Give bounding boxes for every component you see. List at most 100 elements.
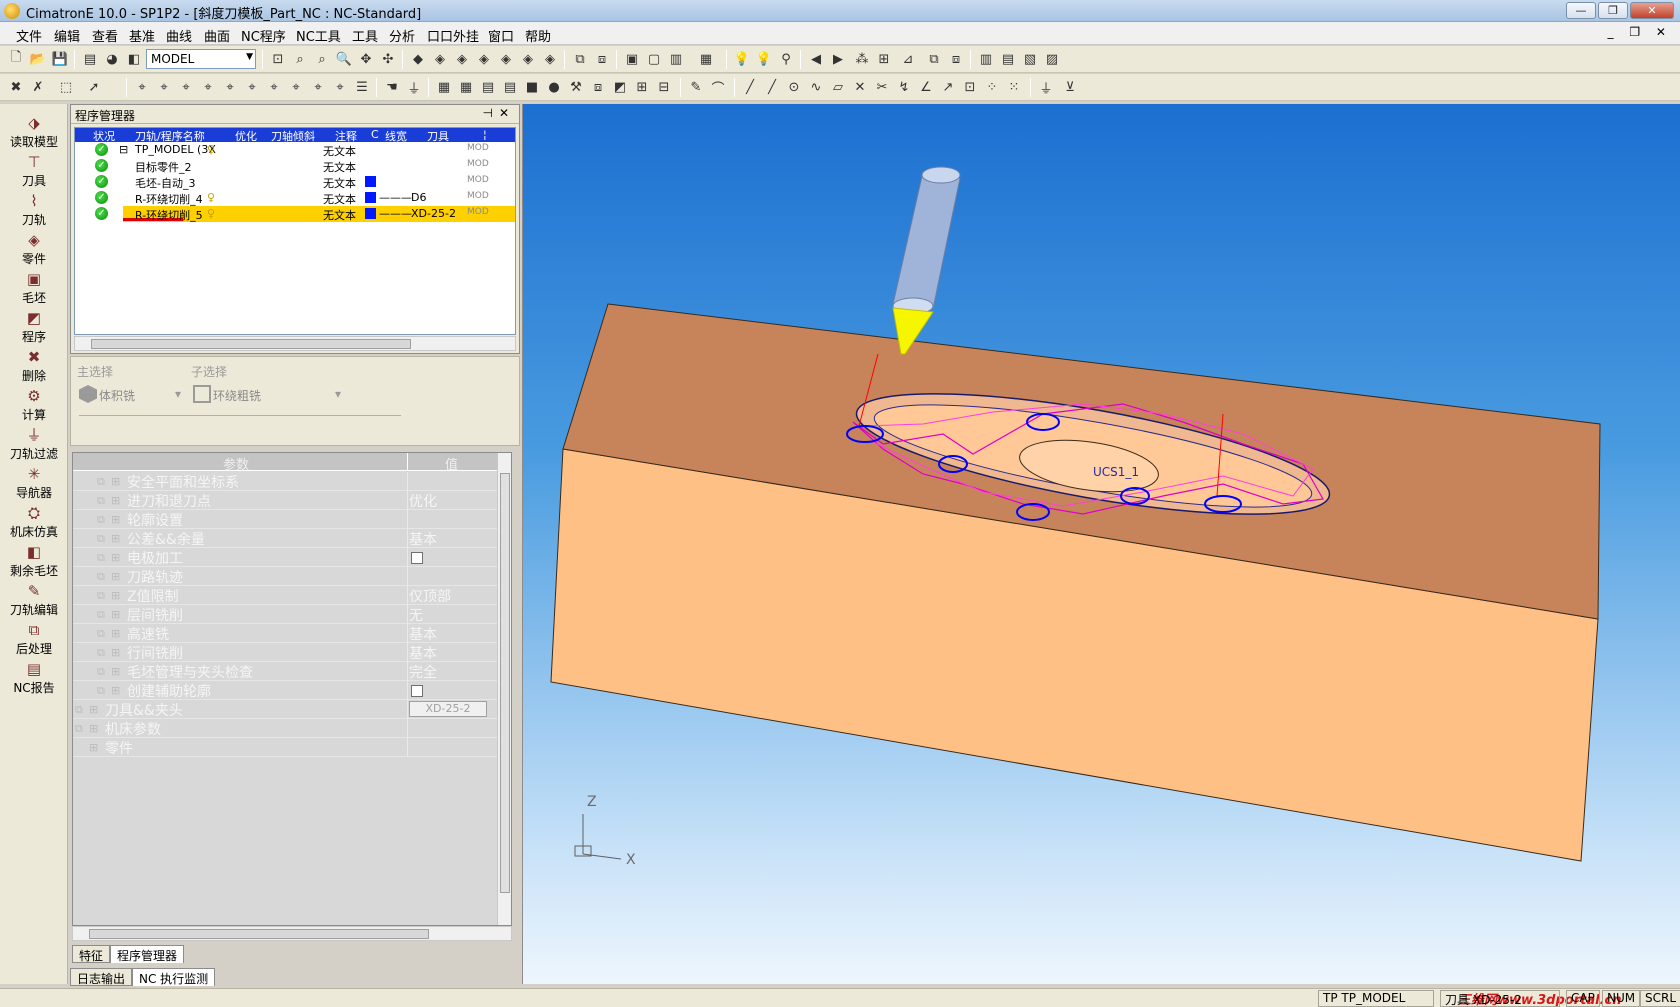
sidebar-item-navigator[interactable]: ✳ 导航器 xyxy=(0,465,68,503)
filter-icon[interactable]: ⊿ xyxy=(898,49,918,69)
filter-e-icon[interactable]: ⌖ xyxy=(220,77,240,97)
cancel-icon[interactable]: ✗ xyxy=(28,77,48,97)
arrow-b-icon[interactable]: ↗ xyxy=(938,77,958,97)
sidebar-item-execute[interactable]: ⚙ 计算 xyxy=(0,387,68,425)
xyz-icon[interactable]: ⁘ xyxy=(982,77,1002,97)
view-right-icon[interactable]: ◈ xyxy=(474,49,494,69)
layer-icon[interactable]: ◧ xyxy=(124,49,144,69)
circle-icon[interactable]: ● xyxy=(544,77,564,97)
line-b-icon[interactable]: ╱ xyxy=(762,77,782,97)
tab-feature[interactable]: 特征 xyxy=(72,945,111,963)
model-icon[interactable]: ◕ xyxy=(102,49,122,69)
render-mode-icon[interactable]: ▥ xyxy=(666,49,686,69)
view-iso-icon[interactable]: ◆ xyxy=(408,49,428,69)
menu-nc-tools[interactable]: NC工具 xyxy=(296,26,341,45)
param-value[interactable]: 优化 xyxy=(409,491,437,511)
select-icon[interactable]: ⬚ xyxy=(56,77,76,97)
forward-arrow-icon[interactable]: ▶ xyxy=(828,49,848,69)
plane-icon[interactable]: ▱ xyxy=(828,77,848,97)
param-row[interactable]: ⧉ ⊞ 行间铣削 基本 xyxy=(73,643,497,662)
sidebar-item-load-model[interactable]: ⬗ 读取模型 xyxy=(0,114,68,152)
view-top-icon[interactable]: ◈ xyxy=(430,49,450,69)
filter-a-icon[interactable]: ⌖ xyxy=(132,77,152,97)
param-checkbox[interactable] xyxy=(411,552,423,564)
sidebar-item-stock[interactable]: ▣ 毛坯 xyxy=(0,270,68,308)
axes-icon[interactable]: ⁙ xyxy=(1004,77,1024,97)
param-value[interactable]: 仅顶部 xyxy=(409,586,451,606)
view-left-icon[interactable]: ◈ xyxy=(496,49,516,69)
grid-b-icon[interactable]: ▦ xyxy=(456,77,476,97)
param-row[interactable]: ⧉ ⊞ 层间铣削 无 xyxy=(73,605,497,624)
new-file-icon[interactable]: 🗋 xyxy=(6,49,26,69)
tree-row-selected[interactable]: ✓ R-环绕切削_5 ♀ 无文本 ——— XD-25-2 MOD xyxy=(75,206,515,222)
param-row[interactable]: ⧉ ⊞ 创建辅助轮廓 xyxy=(73,681,497,700)
panel-close-icon[interactable]: ✕ xyxy=(499,106,515,120)
expand-icon[interactable]: ⊞ xyxy=(111,589,120,602)
nc-setup-icon[interactable]: ▥ xyxy=(976,49,996,69)
zoom-dynamic-icon[interactable]: ⌕ xyxy=(312,49,332,69)
pick-icon[interactable]: ➚ xyxy=(84,77,104,97)
box-icon[interactable]: ⧈ xyxy=(588,77,608,97)
menu-datum[interactable]: 基准 xyxy=(129,26,155,45)
view-front-icon[interactable]: ◈ xyxy=(452,49,472,69)
spline-icon[interactable]: ∿ xyxy=(806,77,826,97)
tree-row[interactable]: ✓ 目标零件_2 无文本 MOD xyxy=(75,158,515,174)
param-checkbox[interactable] xyxy=(411,685,423,697)
menu-plugins[interactable]: 口口外挂 xyxy=(427,26,479,45)
chevron-down-icon[interactable]: ▾ xyxy=(335,387,341,401)
param-value[interactable]: 无 xyxy=(409,605,423,625)
param-row[interactable]: ⧉ ⊞ 刀路轨迹 xyxy=(73,567,497,586)
sidebar-item-tool[interactable]: ⊤ 刀具 xyxy=(0,153,68,191)
menu-curve[interactable]: 曲线 xyxy=(166,26,192,45)
program-tree[interactable]: 状况 刀轨/程序名称 优化 刀轴倾斜 注释 C 线宽 刀具 ¦ ✓ ⊟ TP_M… xyxy=(74,127,516,335)
menu-help[interactable]: 帮助 xyxy=(525,26,551,45)
filter-j-icon[interactable]: ⌖ xyxy=(330,77,350,97)
zoom-icon[interactable]: 🔍 xyxy=(334,49,354,69)
shaded-icon[interactable]: ▣ xyxy=(622,49,642,69)
collapse-icon[interactable]: ⊟ xyxy=(119,143,128,156)
expand-icon[interactable]: ⊞ xyxy=(111,513,120,526)
param-row[interactable]: ⧉ ⊞ 公差&&余量 基本 xyxy=(73,529,497,548)
expand-icon[interactable]: ⊞ xyxy=(111,494,120,507)
filter-d-icon[interactable]: ⌖ xyxy=(198,77,218,97)
params-horizontal-scrollbar[interactable] xyxy=(72,926,512,941)
grid-d-icon[interactable]: ⊟ xyxy=(654,77,674,97)
view-bottom-icon[interactable]: ◈ xyxy=(540,49,560,69)
hide-icon[interactable]: ⚲ xyxy=(776,49,796,69)
param-group-row[interactable]: ⧉ ⊞ 刀具&&夹头 XD-25-2 xyxy=(73,700,497,719)
param-value[interactable]: 完全 xyxy=(409,662,437,682)
param-group-row[interactable]: ⧉ ⊞ 机床参数 xyxy=(73,719,497,738)
menu-nc-program[interactable]: NC程序 xyxy=(241,26,286,45)
minimize-button[interactable]: — xyxy=(1566,2,1596,19)
sidebar-item-procedure[interactable]: ◩ 程序 xyxy=(0,309,68,347)
delete-icon[interactable]: ✖ xyxy=(6,77,26,97)
open-file-icon[interactable]: 📂 xyxy=(28,49,48,69)
param-row[interactable]: ⧉ ⊞ 进刀和退刀点 优化 xyxy=(73,491,497,510)
sidebar-item-toolpath-filter[interactable]: ⏚ 刀轨过滤 xyxy=(0,426,68,464)
wireframe-icon[interactable]: ▢ xyxy=(644,49,664,69)
pin-icon[interactable]: ⊣ xyxy=(482,106,498,120)
section-view-icon[interactable]: ⧉ xyxy=(570,49,590,69)
ucs-icon[interactable]: ⏚ xyxy=(1036,77,1056,97)
expand-icon[interactable]: ⊞ xyxy=(89,703,98,716)
menu-tools[interactable]: 工具 xyxy=(352,26,378,45)
tree-row[interactable]: ✓ R-环绕切削_4 ♀ 无文本 ——— D6 MOD xyxy=(75,190,515,206)
solid-icon[interactable]: ◩ xyxy=(610,77,630,97)
main-selection-value[interactable]: 体积铣 xyxy=(99,387,135,404)
funnel-icon[interactable]: ⏚ xyxy=(404,77,424,97)
curve-icon[interactable]: ⌒ xyxy=(708,77,728,97)
graphics-viewport[interactable]: UCS1_1 Z X xyxy=(522,104,1680,984)
ucs-dropdown-icon[interactable]: ⊻ xyxy=(1060,77,1080,97)
filter-h-icon[interactable]: ⌖ xyxy=(286,77,306,97)
expand-icon[interactable]: ⊞ xyxy=(111,684,120,697)
filter-c-icon[interactable]: ⌖ xyxy=(176,77,196,97)
angle-icon[interactable]: ∠ xyxy=(916,77,936,97)
table-b-icon[interactable]: ▤ xyxy=(500,77,520,97)
view-back-icon[interactable]: ◈ xyxy=(518,49,538,69)
menu-analysis[interactable]: 分析 xyxy=(389,26,415,45)
param-group-row[interactable]: ⊞ 零件 xyxy=(73,738,497,757)
mdi-window-controls[interactable]: _ ❐ ✕ xyxy=(1608,25,1672,39)
named-view-icon[interactable]: ⧈ xyxy=(592,49,612,69)
filter-b-icon[interactable]: ⌖ xyxy=(154,77,174,97)
expand-icon[interactable]: ⊞ xyxy=(111,570,120,583)
